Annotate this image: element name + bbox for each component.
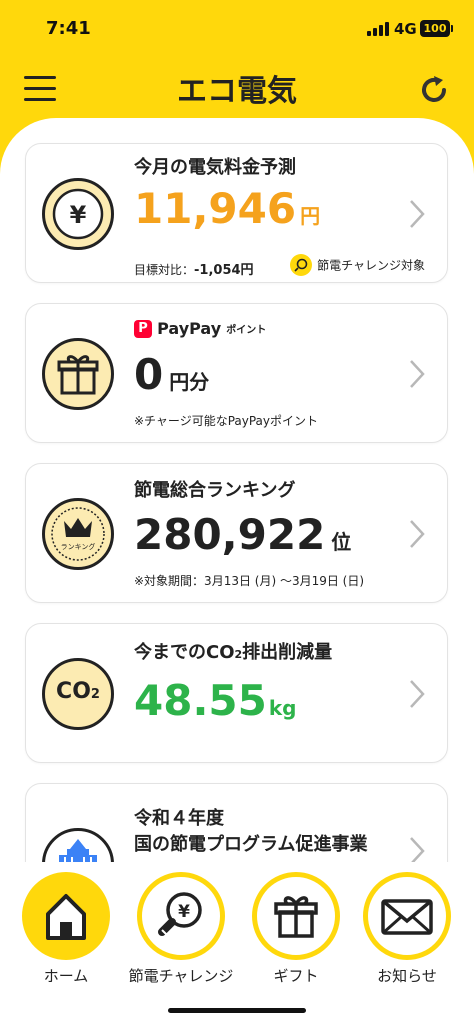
lightbulb-badge-icon	[290, 254, 312, 276]
home-indicator	[168, 1008, 306, 1013]
refresh-icon[interactable]	[416, 72, 452, 108]
paypay-points-card[interactable]: P PayPay ポイント 0 円分 ※チャージ可能なPayPayポイント	[25, 303, 448, 443]
nav-notifications-label: お知らせ	[377, 967, 437, 985]
nav-challenge[interactable]: ¥ 節電チャレンジ	[122, 862, 240, 992]
ranking-card-title: 節電総合ランキング	[134, 480, 296, 501]
status-time: 7:41	[46, 18, 91, 39]
ranking-card[interactable]: ランキング 節電総合ランキング 280,922 位 ※対象期間：3月13日 (月)…	[25, 463, 448, 603]
paypay-note: ※チャージ可能なPayPayポイント	[134, 414, 319, 428]
nav-home-label: ホーム	[43, 967, 89, 985]
chevron-right-icon	[410, 680, 425, 708]
gift-icon	[252, 872, 340, 960]
ranking-value: 280,922 位	[134, 510, 352, 559]
battery-tip	[451, 25, 453, 32]
bill-amount: 11,946 円	[134, 184, 321, 233]
nav-challenge-label: 節電チャレンジ	[128, 967, 234, 985]
status-bar: 7:41 4G 100	[0, 0, 474, 60]
paypay-p-icon: P	[134, 319, 152, 338]
lightbulb-yen-icon: ¥	[137, 872, 225, 960]
target-comparison: 目標対比：-1,054円	[134, 263, 254, 278]
crown-icon: ランキング	[42, 498, 114, 570]
gift-icon	[42, 338, 114, 410]
bill-forecast-card[interactable]: ¥ 今月の電気料金予測 11,946 円 目標対比：-1,054円 節電チャレンジ…	[25, 143, 448, 283]
envelope-icon	[363, 872, 451, 960]
nav-gift[interactable]: ギフト	[237, 862, 355, 992]
paypay-amount: 0 円分	[134, 350, 210, 399]
paypay-logo: P PayPay ポイント	[134, 318, 266, 338]
bill-card-title: 今月の電気料金予測	[134, 157, 296, 178]
svg-text:¥: ¥	[70, 201, 87, 229]
chevron-right-icon	[410, 520, 425, 548]
co2-card-title: 今までのCO2排出削減量	[134, 642, 333, 663]
chevron-right-icon	[410, 360, 425, 388]
co2-amount: 48.55 kg	[134, 676, 297, 725]
nav-notifications[interactable]: お知らせ	[348, 862, 466, 992]
co2-reduction-card[interactable]: CO2 今までのCO2排出削減量 48.55 kg	[25, 623, 448, 763]
program-title-line2: 国の節電プログラム促進事業	[134, 834, 368, 855]
svg-text:¥: ¥	[178, 902, 190, 922]
ranking-period: ※対象期間：3月13日 (月) 〜3月19日 (日)	[134, 574, 365, 588]
chevron-right-icon	[410, 200, 425, 228]
battery-icon: 100	[420, 20, 450, 37]
co2-icon: CO2	[42, 658, 114, 730]
yen-coin-icon: ¥	[42, 178, 114, 250]
page-title: エコ電気	[177, 74, 297, 109]
ranking-badge-text: ランキング	[61, 542, 96, 551]
home-icon	[22, 872, 110, 960]
signal-icon	[367, 22, 389, 36]
nav-gift-label: ギフト	[273, 967, 319, 985]
network-label: 4G	[394, 20, 417, 38]
bottom-navigation: ホーム ¥ 節電チャレンジ ギフト お知らせ	[0, 862, 474, 1024]
challenge-badge: 節電チャレンジ対象	[290, 254, 425, 276]
program-title-line1: 令和４年度	[134, 808, 224, 829]
nav-home[interactable]: ホーム	[7, 862, 125, 992]
